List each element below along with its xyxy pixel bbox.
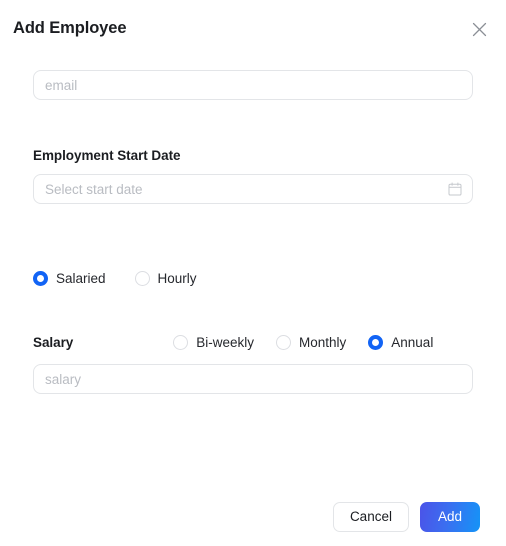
close-icon <box>472 22 487 37</box>
radio-option-monthly[interactable]: Monthly <box>276 335 346 350</box>
radio-label-hourly: Hourly <box>157 271 197 286</box>
radio-option-salaried[interactable]: Salaried <box>33 271 106 286</box>
start-date-field-group: Employment Start Date <box>0 148 506 204</box>
add-employee-dialog: Add Employee Employment Start Date <box>0 0 506 546</box>
radio-indicator-hourly[interactable] <box>134 271 150 286</box>
dialog-body: Employment Start Date Salaried <box>0 56 506 394</box>
radio-option-hourly[interactable]: Hourly <box>134 271 197 286</box>
cancel-button[interactable]: Cancel <box>332 502 409 532</box>
dialog-header: Add Employee <box>0 0 506 56</box>
radio-label-salaried: Salaried <box>56 271 106 286</box>
email-input[interactable] <box>33 70 473 100</box>
salary-label: Salary <box>33 335 74 350</box>
salary-frequency-row: Salary Bi-weekly Monthly Annual <box>0 335 506 350</box>
salary-input[interactable] <box>33 364 473 394</box>
start-date-input-wrapper <box>33 174 473 204</box>
dialog-footer: Cancel Add <box>0 502 506 532</box>
employment-type-radio-group: Salaried Hourly <box>0 271 506 286</box>
radio-label-annual: Annual <box>391 335 434 350</box>
radio-option-annual[interactable]: Annual <box>368 335 433 350</box>
close-button[interactable] <box>466 16 492 42</box>
radio-label-monthly: Monthly <box>299 335 347 350</box>
salary-frequency-radio-group: Bi-weekly Monthly Annual <box>173 335 433 350</box>
start-date-input[interactable] <box>33 174 473 204</box>
radio-indicator-bi-weekly[interactable] <box>173 335 189 350</box>
dialog-title: Add Employee <box>13 19 127 37</box>
start-date-label: Employment Start Date <box>33 148 181 163</box>
radio-option-bi-weekly[interactable]: Bi-weekly <box>173 335 254 350</box>
add-button[interactable]: Add <box>419 502 480 532</box>
salary-field-group <box>0 364 506 394</box>
email-field-group <box>0 70 506 100</box>
radio-indicator-salaried[interactable] <box>33 271 48 286</box>
radio-indicator-monthly[interactable] <box>276 335 291 350</box>
radio-label-bi-weekly: Bi-weekly <box>196 335 254 350</box>
radio-indicator-annual[interactable] <box>368 335 384 350</box>
